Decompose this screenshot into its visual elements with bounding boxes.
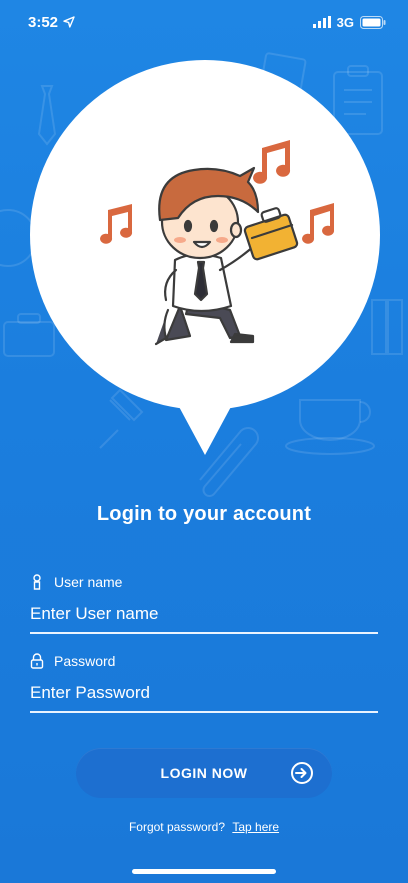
- home-indicator[interactable]: [132, 869, 276, 874]
- login-button-label: LOGIN NOW: [160, 765, 248, 781]
- lock-icon: [30, 653, 44, 669]
- mascot-bubble: [30, 60, 380, 455]
- username-input[interactable]: [30, 602, 378, 626]
- location-arrow-icon: [63, 16, 75, 28]
- password-label: Password: [54, 653, 116, 669]
- password-underline: [30, 711, 378, 713]
- password-input[interactable]: [30, 681, 378, 705]
- forgot-password-row: Forgot password? Tap here: [0, 820, 408, 834]
- signal-bars-icon: [312, 16, 331, 28]
- username-underline: [30, 632, 378, 634]
- network-type: 3G: [336, 14, 354, 30]
- username-label: User name: [54, 574, 123, 590]
- login-button[interactable]: LOGIN NOW: [76, 748, 332, 798]
- password-field: Password: [30, 653, 378, 713]
- battery-icon: [360, 15, 386, 29]
- sign-in-arrow-icon: [291, 762, 313, 784]
- person-icon: [33, 574, 41, 590]
- tap-here-link[interactable]: Tap here: [232, 820, 279, 834]
- forgot-password-text: Forgot password?: [128, 820, 225, 834]
- status-bar: 3:52 3G: [0, 0, 408, 44]
- status-time: 3:52: [28, 13, 59, 31]
- username-field: User name: [30, 574, 378, 634]
- page-title: Login to your account: [96, 503, 312, 525]
